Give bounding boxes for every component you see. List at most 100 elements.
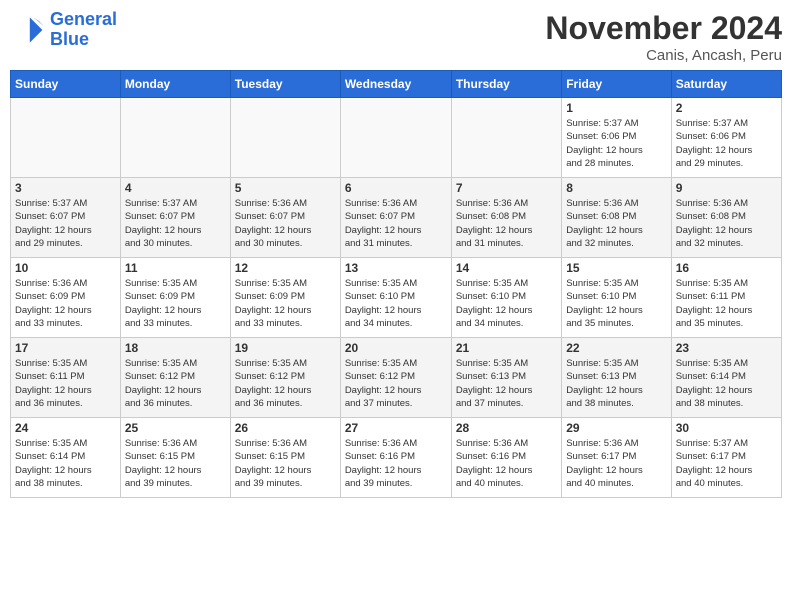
weekday-header-tuesday: Tuesday xyxy=(230,71,340,98)
day-info: Sunrise: 5:36 AM Sunset: 6:08 PM Dayligh… xyxy=(456,197,557,250)
day-info: Sunrise: 5:35 AM Sunset: 6:12 PM Dayligh… xyxy=(235,357,336,410)
day-number: 5 xyxy=(235,181,336,195)
calendar-cell: 26Sunrise: 5:36 AM Sunset: 6:15 PM Dayli… xyxy=(230,418,340,498)
location: Canis, Ancash, Peru xyxy=(545,47,782,64)
day-info: Sunrise: 5:35 AM Sunset: 6:10 PM Dayligh… xyxy=(456,277,557,330)
day-info: Sunrise: 5:35 AM Sunset: 6:09 PM Dayligh… xyxy=(235,277,336,330)
day-number: 24 xyxy=(15,421,116,435)
day-number: 22 xyxy=(566,341,666,355)
day-info: Sunrise: 5:37 AM Sunset: 6:07 PM Dayligh… xyxy=(15,197,116,250)
calendar-cell: 3 Sunrise: 5:37 AM Sunset: 6:07 PM Daylig… xyxy=(11,178,121,258)
weekday-header-row: SundayMondayTuesdayWednesdayThursdayFrid… xyxy=(11,71,782,98)
day-number: 29 xyxy=(566,421,666,435)
calendar-cell: 16Sunrise: 5:35 AM Sunset: 6:11 PM Dayli… xyxy=(671,258,781,338)
day-number: 18 xyxy=(125,341,226,355)
day-number: 12 xyxy=(235,261,336,275)
day-info: Sunrise: 5:36 AM Sunset: 6:15 PM Dayligh… xyxy=(125,437,226,490)
day-info: Sunrise: 5:36 AM Sunset: 6:16 PM Dayligh… xyxy=(345,437,447,490)
day-info: Sunrise: 5:35 AM Sunset: 6:12 PM Dayligh… xyxy=(345,357,447,410)
day-number: 6 xyxy=(345,181,447,195)
weekday-header-saturday: Saturday xyxy=(671,71,781,98)
calendar: SundayMondayTuesdayWednesdayThursdayFrid… xyxy=(10,70,782,498)
calendar-cell: 1Sunrise: 5:37 AM Sunset: 6:06 PM Daylig… xyxy=(562,98,671,178)
calendar-cell: 6 Sunrise: 5:36 AM Sunset: 6:07 PM Daylig… xyxy=(340,178,451,258)
calendar-cell: 7 Sunrise: 5:36 AM Sunset: 6:08 PM Daylig… xyxy=(451,178,561,258)
day-info: Sunrise: 5:36 AM Sunset: 6:16 PM Dayligh… xyxy=(456,437,557,490)
day-info: Sunrise: 5:36 AM Sunset: 6:17 PM Dayligh… xyxy=(566,437,666,490)
calendar-cell xyxy=(11,98,121,178)
calendar-cell: 9 Sunrise: 5:36 AM Sunset: 6:08 PM Daylig… xyxy=(671,178,781,258)
calendar-cell: 22Sunrise: 5:35 AM Sunset: 6:13 PM Dayli… xyxy=(562,338,671,418)
calendar-cell xyxy=(120,98,230,178)
page-header: General Blue November 2024 Canis, Ancash… xyxy=(10,10,782,64)
day-info: Sunrise: 5:35 AM Sunset: 6:11 PM Dayligh… xyxy=(15,357,116,410)
day-info: Sunrise: 5:35 AM Sunset: 6:13 PM Dayligh… xyxy=(456,357,557,410)
day-number: 28 xyxy=(456,421,557,435)
day-number: 8 xyxy=(566,181,666,195)
calendar-week-row: 1 Sunrise: 5:37 AM Sunset: 6:06 PM Daylig… xyxy=(11,98,782,178)
weekday-header-wednesday: Wednesday xyxy=(340,71,451,98)
day-info: Sunrise: 5:35 AM Sunset: 6:14 PM Dayligh… xyxy=(15,437,116,490)
weekday-header-monday: Monday xyxy=(120,71,230,98)
calendar-cell: 12 Sunrise: 5:35 AM Sunset: 6:09 PM Dayli… xyxy=(230,258,340,338)
day-info: Sunrise: 5:37 AM Sunset: 6:07 PM Dayligh… xyxy=(125,197,226,250)
weekday-header-sunday: Sunday xyxy=(11,71,121,98)
day-number: 3 xyxy=(15,181,116,195)
day-number: 17 xyxy=(15,341,116,355)
calendar-cell: 5 Sunrise: 5:36 AM Sunset: 6:07 PM Daylig… xyxy=(230,178,340,258)
day-info: Sunrise: 5:36 AM Sunset: 6:07 PM Dayligh… xyxy=(345,197,447,250)
day-info: Sunrise: 5:37 AM Sunset: 6:06 PM Dayligh… xyxy=(676,117,777,170)
calendar-cell: 13 Sunrise: 5:35 AM Sunset: 6:10 PM Dayli… xyxy=(340,258,451,338)
day-number: 27 xyxy=(345,421,447,435)
day-number: 2 xyxy=(676,101,777,115)
day-number: 26 xyxy=(235,421,336,435)
calendar-cell: 19 Sunrise: 5:35 AM Sunset: 6:12 PM Dayli… xyxy=(230,338,340,418)
calendar-cell: 21 Sunrise: 5:35 AM Sunset: 6:13 PM Dayli… xyxy=(451,338,561,418)
day-info: Sunrise: 5:36 AM Sunset: 6:07 PM Dayligh… xyxy=(235,197,336,250)
calendar-cell: 10Sunrise: 5:36 AM Sunset: 6:09 PM Dayli… xyxy=(11,258,121,338)
weekday-header-friday: Friday xyxy=(562,71,671,98)
day-info: Sunrise: 5:35 AM Sunset: 6:14 PM Dayligh… xyxy=(676,357,777,410)
calendar-week-row: 10Sunrise: 5:36 AM Sunset: 6:09 PM Dayli… xyxy=(11,258,782,338)
day-number: 10 xyxy=(15,261,116,275)
day-number: 11 xyxy=(125,261,226,275)
day-info: Sunrise: 5:35 AM Sunset: 6:12 PM Dayligh… xyxy=(125,357,226,410)
day-number: 9 xyxy=(676,181,777,195)
calendar-cell: 24 Sunrise: 5:35 AM Sunset: 6:14 PM Dayli… xyxy=(11,418,121,498)
day-number: 1 xyxy=(566,101,666,115)
day-info: Sunrise: 5:37 AM Sunset: 6:17 PM Dayligh… xyxy=(676,437,777,490)
weekday-header-thursday: Thursday xyxy=(451,71,561,98)
calendar-cell xyxy=(230,98,340,178)
calendar-week-row: 17 Sunrise: 5:35 AM Sunset: 6:11 PM Dayli… xyxy=(11,338,782,418)
logo-icon xyxy=(10,12,46,48)
day-info: Sunrise: 5:36 AM Sunset: 6:08 PM Dayligh… xyxy=(676,197,777,250)
calendar-cell: 23 Sunrise: 5:35 AM Sunset: 6:14 PM Dayli… xyxy=(671,338,781,418)
day-info: Sunrise: 5:36 AM Sunset: 6:08 PM Dayligh… xyxy=(566,197,666,250)
calendar-cell: 14Sunrise: 5:35 AM Sunset: 6:10 PM Dayli… xyxy=(451,258,561,338)
day-number: 30 xyxy=(676,421,777,435)
calendar-cell: 2 Sunrise: 5:37 AM Sunset: 6:06 PM Daylig… xyxy=(671,98,781,178)
day-number: 7 xyxy=(456,181,557,195)
calendar-cell: 15 Sunrise: 5:35 AM Sunset: 6:10 PM Dayli… xyxy=(562,258,671,338)
calendar-cell: 27 Sunrise: 5:36 AM Sunset: 6:16 PM Dayli… xyxy=(340,418,451,498)
calendar-cell: 28 Sunrise: 5:36 AM Sunset: 6:16 PM Dayli… xyxy=(451,418,561,498)
day-number: 15 xyxy=(566,261,666,275)
calendar-cell: 20 Sunrise: 5:35 AM Sunset: 6:12 PM Dayli… xyxy=(340,338,451,418)
day-number: 25 xyxy=(125,421,226,435)
day-number: 19 xyxy=(235,341,336,355)
logo: General Blue xyxy=(10,10,117,50)
calendar-cell: 8 Sunrise: 5:36 AM Sunset: 6:08 PM Daylig… xyxy=(562,178,671,258)
day-number: 13 xyxy=(345,261,447,275)
calendar-cell: 30 Sunrise: 5:37 AM Sunset: 6:17 PM Dayli… xyxy=(671,418,781,498)
day-info: Sunrise: 5:35 AM Sunset: 6:10 PM Dayligh… xyxy=(345,277,447,330)
calendar-week-row: 24 Sunrise: 5:35 AM Sunset: 6:14 PM Dayli… xyxy=(11,418,782,498)
day-number: 20 xyxy=(345,341,447,355)
day-number: 21 xyxy=(456,341,557,355)
calendar-cell: 18 Sunrise: 5:35 AM Sunset: 6:12 PM Dayli… xyxy=(120,338,230,418)
day-info: Sunrise: 5:35 AM Sunset: 6:09 PM Dayligh… xyxy=(125,277,226,330)
day-number: 23 xyxy=(676,341,777,355)
day-number: 4 xyxy=(125,181,226,195)
logo-text: General Blue xyxy=(50,10,117,50)
calendar-cell xyxy=(451,98,561,178)
day-info: Sunrise: 5:35 AM Sunset: 6:10 PM Dayligh… xyxy=(566,277,666,330)
